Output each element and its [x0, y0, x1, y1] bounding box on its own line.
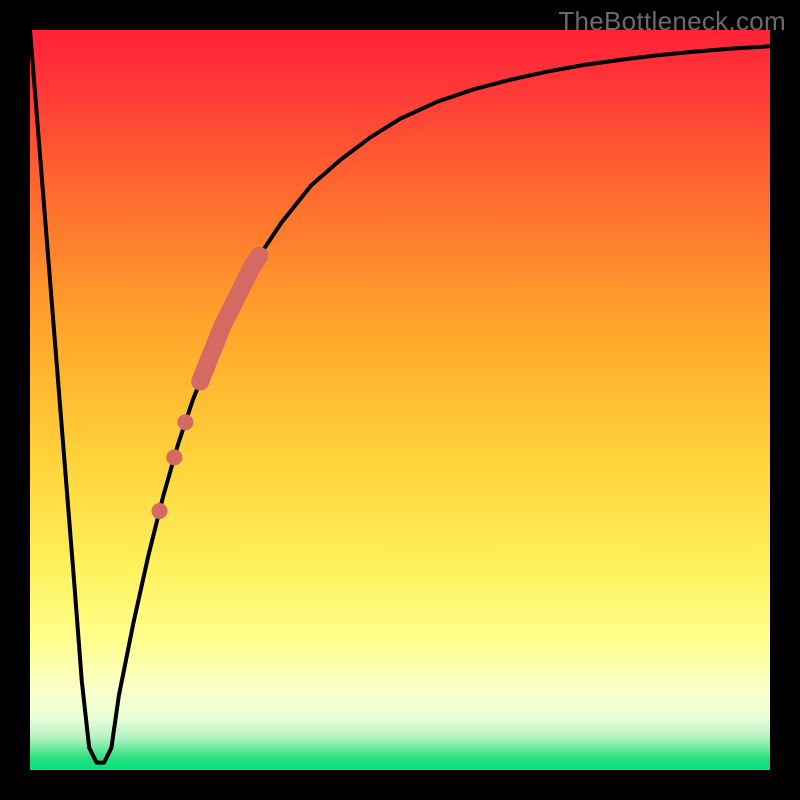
plot-area: [30, 30, 770, 770]
highlight-dot: [177, 414, 193, 430]
highlight-dot: [152, 503, 168, 519]
chart-frame: TheBottleneck.com: [0, 0, 800, 800]
highlight-dot: [166, 449, 182, 465]
chart-svg: [30, 30, 770, 770]
gradient-background: [30, 30, 770, 770]
